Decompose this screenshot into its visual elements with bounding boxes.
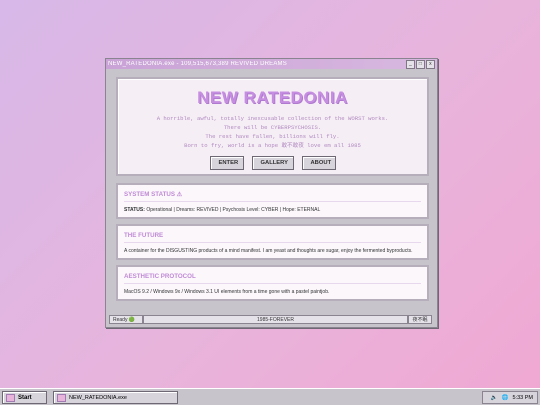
protocol-title: AESTHETIC PROTOCOL <box>124 273 421 284</box>
volume-icon[interactable]: 🔈 <box>491 395 498 401</box>
enter-button[interactable]: ENTER <box>209 156 244 170</box>
gallery-button[interactable]: GALLERY <box>251 156 294 170</box>
hero-panel: NEW RATEDONIA A horrible, awful, totally… <box>116 77 429 176</box>
window-title: NEW_RATEDONIA.exe - 109,515,673,389 REVI… <box>108 61 287 67</box>
system-status-panel: SYSTEM STATUS ⚠ STATUS: Operational | Dr… <box>116 183 429 219</box>
system-status-title: SYSTEM STATUS ⚠ <box>124 191 421 202</box>
start-label: Start <box>18 394 32 401</box>
taskbar-item-new-ratedonia[interactable]: NEW_RATEDONIA.exe <box>53 391 178 404</box>
hero-line-4: Born to fry, world is a hope 敢不敢夜 love e… <box>184 142 361 149</box>
window-titlebar[interactable]: NEW_RATEDONIA.exe - 109,515,673,389 REVI… <box>106 59 437 69</box>
close-button[interactable]: x <box>426 59 435 69</box>
aesthetic-protocol-panel: AESTHETIC PROTOCOL MacOS 9.2 / Windows 9… <box>116 265 429 301</box>
start-button[interactable]: Start <box>2 391 47 404</box>
system-tray: 🔈 🌐 5:33 PM <box>482 391 538 404</box>
hero-heading: NEW RATEDONIA <box>197 88 348 107</box>
minimize-button[interactable]: _ <box>406 59 415 69</box>
main-window: NEW_RATEDONIA.exe - 109,515,673,389 REVI… <box>105 58 438 328</box>
protocol-text: MacOS 9.2 / Windows 9x / Windows 3.1 UI … <box>124 289 330 295</box>
status-ready: Ready 🟢 <box>109 315 143 324</box>
hero-button-row: ENTER GALLERY ABOUT <box>118 156 427 170</box>
future-panel: THE FUTURE A container for the DISGUSTIN… <box>116 224 429 260</box>
hero-line-3: The rest have fallen, billions will fly. <box>205 133 340 140</box>
system-status-text: STATUS: Operational | Dreams: REVIVED | … <box>124 207 421 213</box>
maximize-button[interactable]: □ <box>416 59 425 69</box>
clock: 5:33 PM <box>512 394 533 401</box>
network-icon[interactable]: 🌐 <box>502 395 509 401</box>
hero-line-2: There will be CYBERPSYCHOSIS. <box>223 124 322 131</box>
status-prefix: STATUS: <box>124 207 147 213</box>
future-title: THE FUTURE <box>124 232 421 243</box>
status-details: Operational | Dreams: REVIVED | Psychosi… <box>146 207 321 213</box>
status-right: 夜不眠 <box>408 315 432 324</box>
hero-line-1: A horrible, awful, totally inexcusable c… <box>156 115 389 122</box>
taskbar-item-label: NEW_RATEDONIA.exe <box>69 394 127 401</box>
future-text: A container for the DISGUSTING products … <box>124 248 413 254</box>
window-content: NEW RATEDONIA A horrible, awful, totally… <box>109 72 432 312</box>
status-era: 1985-FOREVER <box>143 315 408 324</box>
taskbar: Start NEW_RATEDONIA.exe 🔈 🌐 5:33 PM <box>0 388 540 405</box>
about-button[interactable]: ABOUT <box>301 156 336 170</box>
window-statusbar: Ready 🟢 1985-FOREVER 夜不眠 <box>109 315 432 324</box>
app-icon <box>57 393 66 402</box>
start-icon <box>6 393 15 402</box>
